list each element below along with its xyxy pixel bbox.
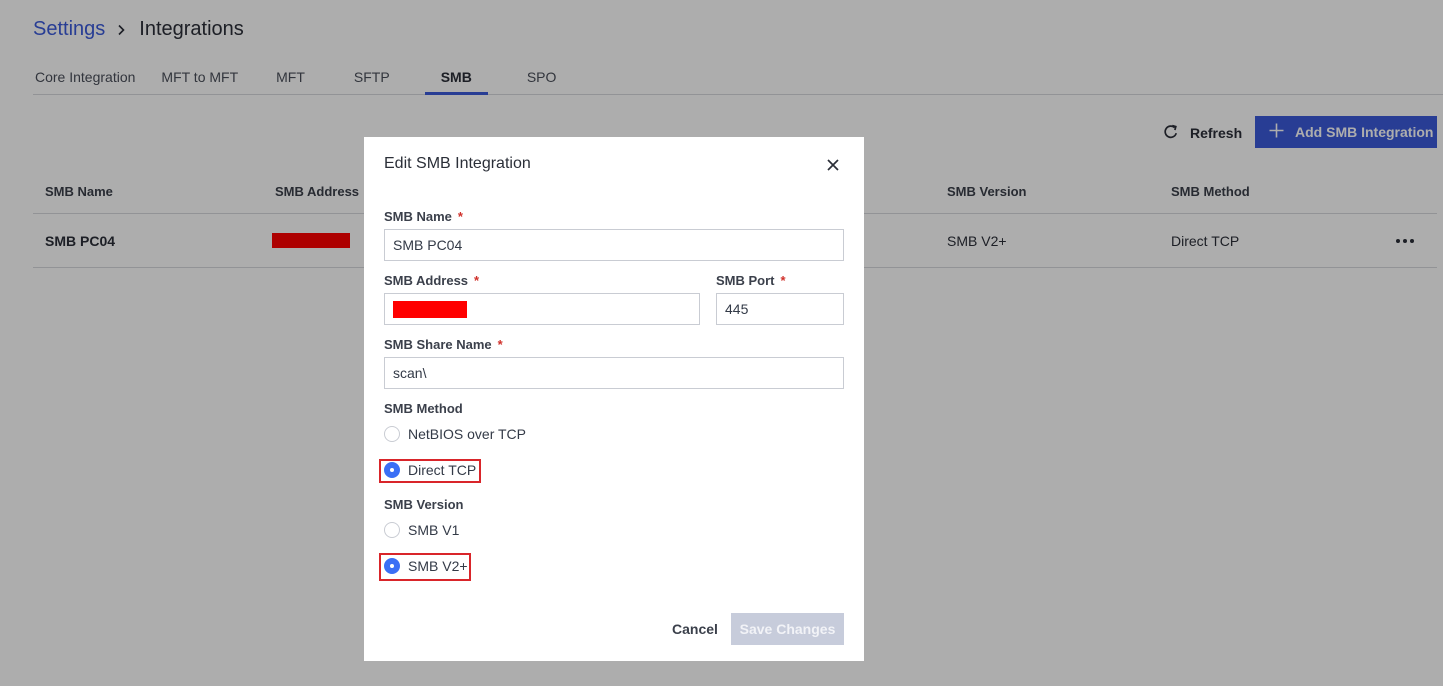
radio-smb-v1[interactable]: SMB V1 bbox=[384, 522, 459, 538]
radio-unchecked-icon bbox=[384, 426, 400, 442]
radio-netbios-over-tcp[interactable]: NetBIOS over TCP bbox=[384, 426, 526, 442]
smb-address-input[interactable] bbox=[384, 293, 700, 325]
radio-label: NetBIOS over TCP bbox=[408, 426, 527, 442]
redacted-address bbox=[393, 300, 467, 318]
required-marker: * bbox=[457, 209, 463, 224]
smb-port-label: SMB Port * bbox=[716, 273, 786, 288]
dialog-title: Edit SMB Integration bbox=[384, 155, 531, 172]
required-marker: * bbox=[497, 337, 503, 352]
smb-port-input[interactable]: 445 bbox=[716, 293, 844, 325]
smb-share-name-label: SMB Share Name * bbox=[384, 337, 503, 352]
radio-unchecked-icon bbox=[384, 522, 400, 538]
required-marker: * bbox=[780, 273, 786, 288]
close-icon[interactable] bbox=[825, 157, 841, 173]
smb-version-label: SMB Version bbox=[384, 497, 464, 512]
smb-name-label: SMB Name * bbox=[384, 209, 463, 224]
smb-address-label: SMB Address * bbox=[384, 273, 480, 288]
required-marker: * bbox=[474, 273, 480, 288]
smb-share-name-input[interactable]: scan\ bbox=[384, 357, 844, 389]
smb-method-label: SMB Method bbox=[384, 401, 463, 416]
highlight-box bbox=[379, 553, 471, 581]
highlight-box bbox=[379, 459, 481, 483]
smb-name-input[interactable]: SMB PC04 bbox=[384, 229, 844, 261]
cancel-button[interactable]: Cancel bbox=[672, 613, 718, 645]
radio-label: SMB V1 bbox=[408, 522, 460, 538]
save-changes-button[interactable]: Save Changes bbox=[731, 613, 844, 645]
edit-smb-integration-dialog: Edit SMB Integration SMB Name * SMB PC04 … bbox=[364, 137, 864, 661]
